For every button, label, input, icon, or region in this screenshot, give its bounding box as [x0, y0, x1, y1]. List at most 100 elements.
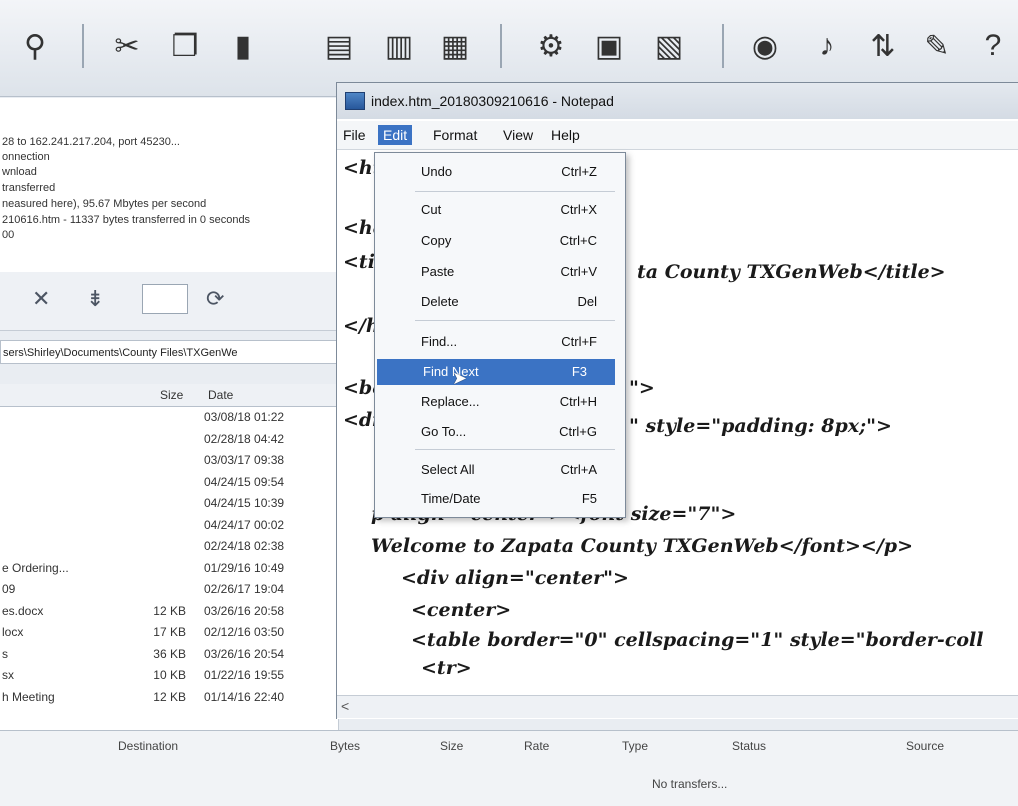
file-row[interactable]: es.docx 12 KB 03/26/16 20:58	[0, 602, 338, 622]
filter-input[interactable]	[142, 284, 188, 314]
file-list-header: Size Date	[0, 384, 338, 407]
log-line: transferred	[2, 182, 56, 194]
binary-file-icon[interactable]: ▥	[378, 22, 420, 70]
menu-view[interactable]: View	[503, 127, 533, 143]
menu-item-paste[interactable]: Paste Ctrl+V	[375, 259, 625, 285]
menu-item-select-all[interactable]: Select All Ctrl+A	[375, 457, 625, 483]
menu-format[interactable]: Format	[433, 127, 477, 143]
menu-help[interactable]: Help	[551, 127, 580, 143]
download-icon[interactable]: ⇟	[86, 286, 104, 312]
menu-item-find[interactable]: Find... Ctrl+F	[375, 329, 625, 355]
connect-icon[interactable]: ⚲	[14, 22, 56, 70]
file-row[interactable]: 09 02/26/17 19:04	[0, 580, 338, 600]
menu-item-time-date[interactable]: Time/Date F5	[375, 486, 625, 512]
code-line: <table border="0" cellspacing="1" style=…	[411, 629, 984, 651]
copy-icon[interactable]: ❐	[164, 22, 206, 70]
file-date: 02/26/17 19:04	[204, 582, 285, 596]
file-row[interactable]: 02/24/18 02:38	[0, 537, 338, 557]
size-column-header[interactable]: Size	[440, 739, 463, 753]
menu-item-replace[interactable]: Replace... Ctrl+H	[375, 389, 625, 415]
menu-file[interactable]: File	[343, 127, 366, 143]
source-column-header[interactable]: Source	[906, 739, 944, 753]
menu-item-undo[interactable]: Undo Ctrl+Z	[375, 159, 625, 185]
date-column-header[interactable]: Date	[208, 388, 233, 402]
sound-icon[interactable]: ♪	[806, 22, 848, 70]
transfer-icon[interactable]: ⇅	[862, 22, 904, 70]
bytes-column-header[interactable]: Bytes	[330, 739, 360, 753]
file-name: sx	[2, 668, 14, 682]
menu-item-cut[interactable]: Cut Ctrl+X	[375, 197, 625, 223]
file-size: 10 KB	[153, 668, 186, 682]
status-column-header[interactable]: Status	[732, 739, 766, 753]
paste-icon[interactable]: ▮	[222, 22, 264, 70]
mouse-pointer-icon: ➤	[452, 368, 468, 388]
code-line: <ti	[343, 251, 375, 273]
file-size: 12 KB	[153, 689, 186, 704]
file-row[interactable]: 03/03/17 09:38	[0, 451, 338, 471]
file-row[interactable]: 04/24/15 09:54	[0, 473, 338, 493]
log-line: neasured here), 95.67 Mbytes per second	[2, 198, 207, 210]
notepad-title-bar[interactable]: index.htm_20180309210616 - Notepad	[337, 83, 1018, 119]
menu-separator	[415, 191, 615, 192]
menu-item-delete[interactable]: Delete Del	[375, 289, 625, 315]
connection-log: 28 to 162.241.217.204, port 45230... onn…	[0, 98, 339, 272]
menu-edit[interactable]: Edit	[378, 125, 413, 145]
log-line: onnection	[2, 151, 50, 163]
file-size: 36 KB	[153, 646, 186, 661]
text-file-icon[interactable]: ▤	[318, 22, 360, 70]
edit-menu-dropdown: Undo Ctrl+Z Cut Ctrl+X Copy Ctrl+C Paste…	[374, 152, 626, 518]
auto-mode-icon[interactable]: ▦	[434, 22, 476, 70]
file-date: 02/28/18 04:42	[204, 431, 285, 446]
window-title: index.htm_20180309210616 - Notepad	[371, 93, 614, 109]
code-line: ">	[629, 377, 655, 399]
file-row[interactable]: s 36 KB 03/26/16 20:54	[0, 645, 338, 665]
code-line: <center>	[411, 599, 512, 621]
refresh-icon[interactable]: ⟳	[206, 286, 224, 312]
file-row[interactable]: 03/08/18 01:22	[0, 408, 338, 428]
file-size: 12 KB	[153, 603, 186, 618]
file-name: h Meeting	[2, 689, 55, 704]
menu-item-go-to[interactable]: Go To... Ctrl+G	[375, 419, 625, 445]
menu-item-find-next[interactable]: Find Next F3	[377, 359, 615, 385]
local-path-field[interactable]: sers\Shirley\Documents\County Files\TXGe…	[0, 340, 338, 364]
code-line: " style="padding: 8px;">	[629, 415, 892, 437]
file-name: locx	[2, 625, 24, 639]
close-icon[interactable]: ✕	[32, 286, 50, 312]
file-name: s	[2, 646, 8, 661]
file-row[interactable]: locx 17 KB 02/12/16 03:50	[0, 623, 338, 643]
file-date: 03/03/17 09:38	[204, 453, 285, 467]
document-icon[interactable]: ▧	[648, 22, 690, 70]
menu-item-copy[interactable]: Copy Ctrl+C	[375, 228, 625, 254]
file-row[interactable]: e Ordering... 01/29/16 10:49	[0, 559, 338, 579]
file-size: 17 KB	[153, 625, 186, 639]
code-line: <div align="center">	[401, 567, 629, 589]
file-row[interactable]: 04/24/15 10:39	[0, 494, 338, 514]
type-column-header[interactable]: Type	[622, 739, 648, 753]
file-row[interactable]: 04/24/17 00:02	[0, 516, 338, 536]
log-line: 210616.htm - 11337 bytes transferred in …	[2, 214, 251, 226]
file-row[interactable]: sx 10 KB 01/22/16 19:55	[0, 666, 338, 686]
edit-icon[interactable]: ✎	[916, 22, 958, 70]
settings-icon[interactable]: ⚙	[530, 22, 572, 70]
size-column-header[interactable]: Size	[160, 388, 183, 402]
file-row[interactable]: 02/28/18 04:42	[0, 430, 338, 450]
file-row[interactable]: h Meeting 12 KB 01/14/16 22:40	[0, 688, 338, 708]
horizontal-scrollbar[interactable]: <	[337, 695, 1018, 718]
file-name: e Ordering...	[2, 560, 69, 575]
file-date: 01/22/16 19:55	[204, 668, 285, 682]
cut-icon[interactable]: ✂	[106, 22, 148, 70]
view-icon[interactable]: ◉	[744, 22, 786, 70]
menu-separator	[415, 449, 615, 450]
rate-column-header[interactable]: Rate	[524, 739, 549, 753]
file-date: 01/29/16 10:49	[204, 560, 285, 575]
code-line: ta County TXGenWeb</title>	[637, 261, 946, 283]
file-name: 09	[2, 582, 16, 596]
file-name: es.docx	[2, 603, 44, 618]
local-nav-bar: ✕ ⇟ ⟳	[0, 272, 338, 331]
file-properties-icon[interactable]: ▣	[588, 22, 630, 70]
destination-column-header[interactable]: Destination	[118, 739, 178, 753]
help-icon[interactable]: ?	[972, 22, 1014, 70]
scroll-left-icon[interactable]: <	[341, 698, 349, 714]
file-date: 04/24/15 09:54	[204, 474, 285, 489]
toolbar-separator	[82, 24, 84, 68]
